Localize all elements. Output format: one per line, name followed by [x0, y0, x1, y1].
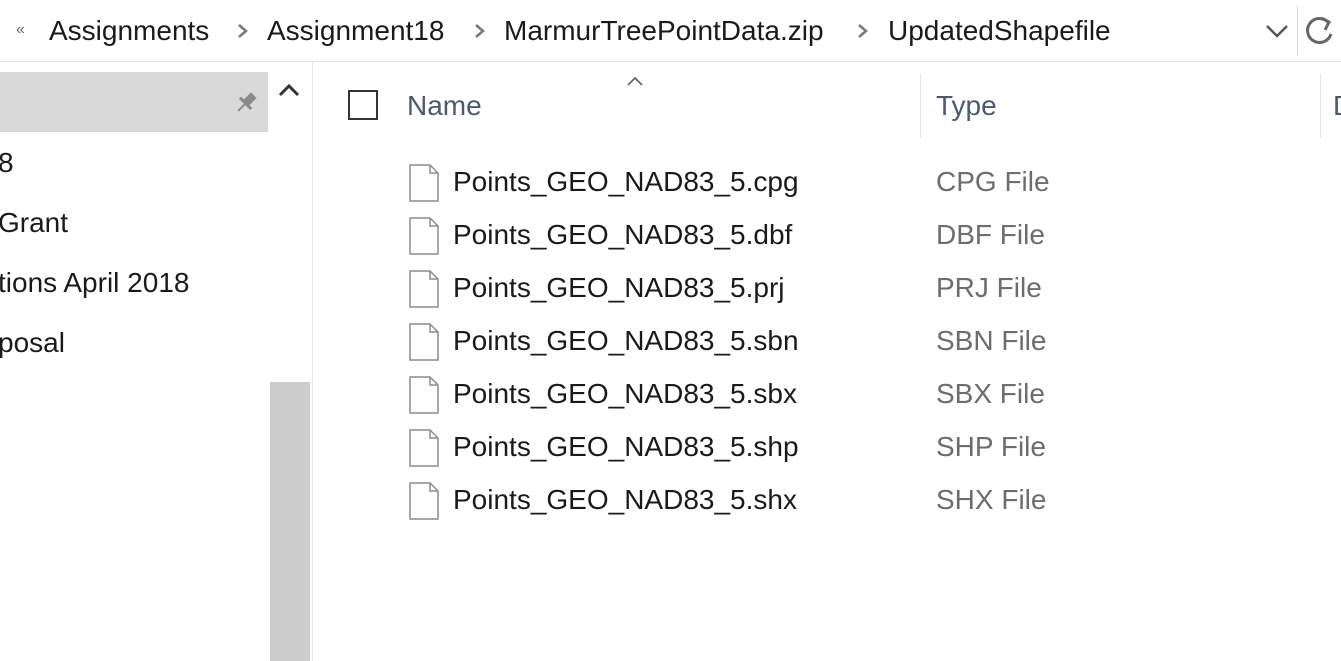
nav-item[interactable]: posal — [0, 325, 65, 361]
chevron-right-icon[interactable] — [232, 16, 254, 46]
file-row[interactable]: Points_GEO_NAD83_5.shx SHX File — [394, 476, 1341, 529]
file-type: SBN File — [936, 325, 1047, 356]
chevron-right-icon[interactable] — [852, 16, 874, 46]
column-header-name[interactable]: Name — [407, 88, 482, 124]
file-type: SBX File — [936, 378, 1045, 409]
file-type: DBF File — [936, 219, 1045, 250]
file-row[interactable]: Points_GEO_NAD83_5.dbf DBF File — [394, 211, 1341, 264]
chevron-down-icon[interactable] — [1262, 14, 1292, 48]
breadcrumb-item-assignment18[interactable]: Assignment18 — [267, 13, 444, 49]
pin-icon[interactable] — [231, 88, 261, 118]
column-divider[interactable] — [920, 74, 921, 138]
address-bar-divider — [1297, 6, 1298, 56]
file-name: Points_GEO_NAD83_5.sbn — [453, 325, 799, 356]
file-icon — [409, 376, 439, 414]
column-divider[interactable] — [1320, 74, 1321, 138]
scroll-up-icon[interactable] — [276, 78, 302, 102]
file-type: CPG File — [936, 166, 1050, 197]
file-row[interactable]: Points_GEO_NAD83_5.sbx SBX File — [394, 370, 1341, 423]
breadcrumb-item-assignments[interactable]: Assignments — [49, 13, 209, 49]
file-icon — [409, 323, 439, 361]
file-icon — [409, 429, 439, 467]
file-type: PRJ File — [936, 272, 1042, 303]
column-header-partial[interactable]: D — [1333, 88, 1341, 124]
nav-item[interactable]: Grant — [0, 205, 68, 241]
breadcrumb-item-marmurtreepointdata[interactable]: MarmurTreePointData.zip — [504, 13, 824, 49]
file-explorer-window: « Assignments Assignment18 MarmurTreePoi… — [0, 0, 1341, 661]
file-row[interactable]: Points_GEO_NAD83_5.prj PRJ File — [394, 264, 1341, 317]
select-all-checkbox[interactable] — [348, 90, 378, 120]
nav-pane-scrollbar[interactable] — [268, 62, 310, 661]
file-name: Points_GEO_NAD83_5.dbf — [453, 219, 793, 250]
breadcrumb-item-updatedshapefile[interactable]: UpdatedShapefile — [888, 13, 1111, 49]
file-icon — [409, 217, 439, 255]
nav-item[interactable]: tions April 2018 — [0, 265, 189, 301]
file-icon — [409, 482, 439, 520]
file-row[interactable]: Points_GEO_NAD83_5.sbn SBN File — [394, 317, 1341, 370]
file-row[interactable]: Points_GEO_NAD83_5.cpg CPG File — [394, 158, 1341, 211]
navigation-pane: 8 Grant tions April 2018 posal — [0, 62, 268, 661]
file-name: Points_GEO_NAD83_5.shx — [453, 484, 797, 515]
file-type: SHP File — [936, 431, 1046, 462]
breadcrumb-overflow-button[interactable]: « — [16, 20, 25, 40]
sort-ascending-icon — [627, 76, 643, 86]
address-bar[interactable]: « Assignments Assignment18 MarmurTreePoi… — [0, 0, 1341, 62]
file-row[interactable]: Points_GEO_NAD83_5.shp SHP File — [394, 423, 1341, 476]
nav-item-selected[interactable] — [0, 72, 268, 132]
file-icon — [409, 164, 439, 202]
file-type: SHX File — [936, 484, 1047, 515]
refresh-icon[interactable] — [1302, 12, 1338, 50]
file-name: Points_GEO_NAD83_5.sbx — [453, 378, 797, 409]
nav-item[interactable]: 8 — [0, 145, 14, 181]
file-icon — [409, 270, 439, 308]
column-header-type[interactable]: Type — [936, 88, 997, 124]
file-name: Points_GEO_NAD83_5.cpg — [453, 166, 799, 197]
file-name: Points_GEO_NAD83_5.prj — [453, 272, 785, 303]
pane-divider[interactable] — [312, 62, 313, 661]
file-name: Points_GEO_NAD83_5.shp — [453, 431, 799, 462]
chevron-right-icon[interactable] — [469, 16, 491, 46]
file-list: Name Type D Points_GEO_NAD83_5.cpg CPG F… — [314, 62, 1341, 661]
scrollbar-thumb[interactable] — [270, 382, 310, 661]
